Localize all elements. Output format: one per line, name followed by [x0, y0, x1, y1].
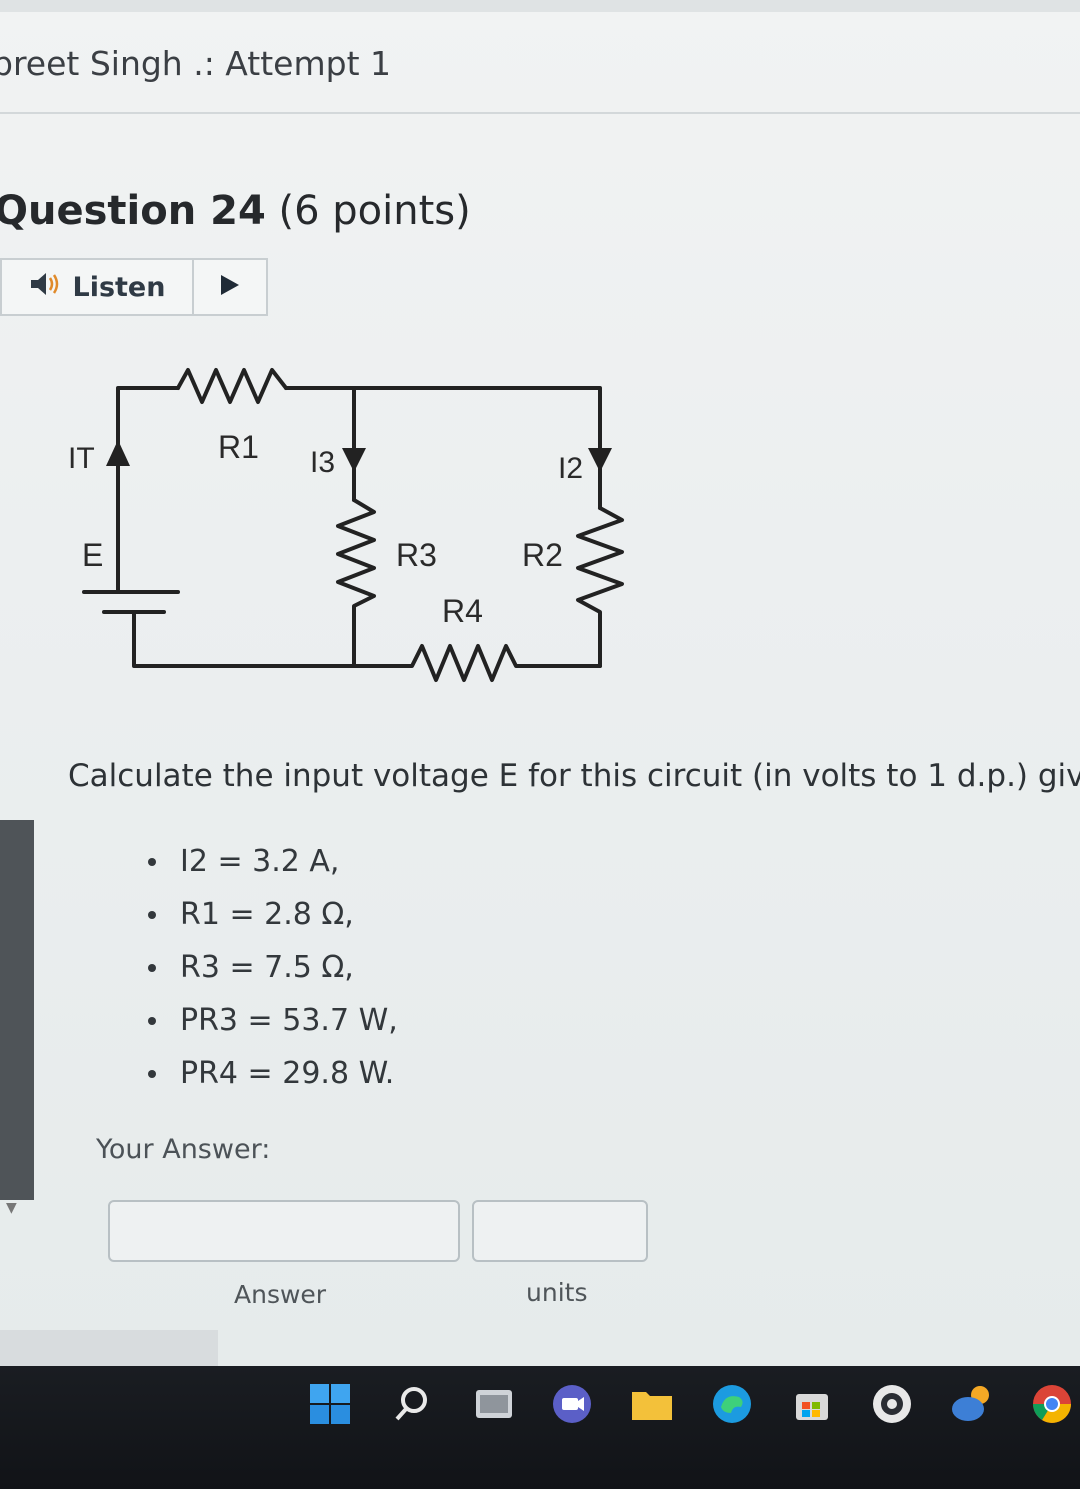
- taskbar: [0, 1366, 1080, 1489]
- listen-button[interactable]: Listen: [2, 260, 194, 314]
- i2-arrow: [588, 448, 612, 472]
- r1-resistor: [176, 368, 288, 404]
- given-r3: R3 = 7.5 Ω,: [140, 948, 398, 1001]
- i3-arrow: [342, 448, 366, 472]
- question-label: Question 24: [0, 188, 266, 234]
- given-pr3: PR3 = 53.7 W,: [140, 1001, 398, 1054]
- label-i2: I2: [558, 452, 583, 485]
- weather-icon[interactable]: [950, 1382, 994, 1426]
- play-button[interactable]: [194, 260, 266, 314]
- teams-chat-icon[interactable]: [550, 1382, 594, 1426]
- chrome-icon[interactable]: [1030, 1382, 1074, 1426]
- windows-start-icon[interactable]: [308, 1382, 352, 1426]
- label-r3: R3: [396, 537, 437, 573]
- label-r4: R4: [442, 593, 483, 629]
- circuit-diagram: IT E R1 I3 I2 R3 R2 R4: [68, 368, 624, 682]
- play-icon: [219, 273, 241, 301]
- it-arrow: [106, 440, 130, 466]
- folder-icon[interactable]: [630, 1382, 674, 1426]
- speaker-icon: [29, 270, 63, 305]
- given-pr4: PR4 = 29.8 W.: [140, 1054, 398, 1107]
- app-icon[interactable]: [870, 1382, 914, 1426]
- answer-caption: Answer: [234, 1280, 327, 1309]
- header-divider: [0, 112, 1080, 114]
- units-caption: units: [526, 1278, 588, 1307]
- label-it: IT: [68, 442, 95, 475]
- given-i2: I2 = 3.2 A,: [140, 842, 398, 895]
- file-manager-icon[interactable]: [472, 1382, 516, 1426]
- question-prompt: Calculate the input voltage E for this c…: [68, 758, 1080, 794]
- top-strip: [0, 0, 1080, 12]
- r4-resistor: [352, 644, 602, 682]
- question-heading: Question 24 (6 points): [0, 188, 471, 234]
- r3-resistor: [336, 498, 376, 668]
- search-icon[interactable]: [390, 1382, 434, 1426]
- edge-browser-icon[interactable]: [710, 1382, 754, 1426]
- listen-label: Listen: [72, 271, 166, 303]
- listen-control: Listen: [0, 258, 268, 316]
- bottom-panel: [0, 1330, 218, 1370]
- scroll-down-arrow-icon[interactable]: ▼: [6, 1200, 17, 1216]
- answer-input[interactable]: [108, 1200, 460, 1262]
- scrollbar[interactable]: [0, 820, 34, 1200]
- question-points: (6 points): [278, 188, 471, 234]
- label-r1: R1: [218, 429, 259, 465]
- given-r1: R1 = 2.8 Ω,: [140, 895, 398, 948]
- label-r2: R2: [522, 537, 563, 573]
- given-values-list: I2 = 3.2 A, R1 = 2.8 Ω, R3 = 7.5 Ω, PR3 …: [140, 842, 398, 1107]
- your-answer-label: Your Answer:: [96, 1134, 271, 1165]
- label-e: E: [82, 537, 103, 573]
- label-i3: I3: [310, 446, 335, 479]
- store-icon[interactable]: [790, 1382, 834, 1426]
- wire-left-top: [116, 386, 180, 470]
- units-input[interactable]: [472, 1200, 648, 1262]
- wire-bottom-left: [132, 614, 356, 668]
- attempt-title: preet Singh .: Attempt 1: [0, 44, 391, 83]
- r2-resistor: [576, 506, 624, 668]
